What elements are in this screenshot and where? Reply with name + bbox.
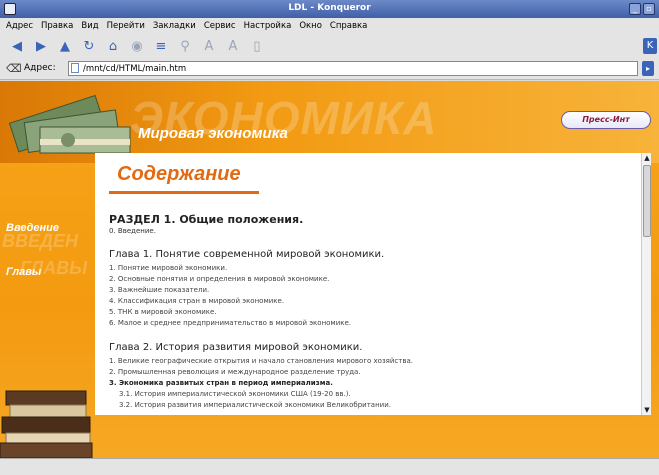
clear-location-icon[interactable]: ⌫ (6, 62, 22, 75)
toc-link[interactable]: 6. Малое и среднее предпринимательство в… (109, 319, 351, 327)
zoom-out-icon[interactable]: A (224, 37, 242, 55)
throbber-icon: K (643, 38, 657, 54)
menu-item-settings[interactable]: Настройка (244, 21, 292, 31)
menu-item-help[interactable]: Справка (330, 21, 367, 31)
section-heading: РАЗДЕЛ 1. Общие положения. (109, 213, 304, 226)
toc-link[interactable]: 3. Экономика развитых стран в период имп… (109, 379, 333, 387)
home-icon[interactable]: ⌂ (104, 37, 122, 55)
security-icon[interactable]: ▯ (248, 37, 266, 55)
scroll-up-arrow-icon[interactable]: ▲ (643, 154, 651, 162)
menu-item-tools[interactable]: Сервис (204, 21, 236, 31)
toc-link[interactable]: 2. Основные понятия и определения в миро… (109, 275, 329, 283)
location-bar: ⌫ Адрес: ▸ (0, 58, 659, 80)
print-icon[interactable]: ≡ (152, 37, 170, 55)
toc-link[interactable]: 5. ТНК в мировой экономике. (109, 308, 217, 316)
nav-link-introduction[interactable]: Введение (6, 222, 59, 234)
chapter-1-title[interactable]: Глава 1. Понятие современной мировой эко… (109, 249, 384, 260)
menu-item-edit[interactable]: Правка (41, 21, 73, 31)
up-icon[interactable]: ▲ (56, 37, 74, 55)
toc-sublink[interactable]: 3.1. История империалистической экономик… (119, 390, 351, 398)
menu-item-window[interactable]: Окно (299, 21, 322, 31)
contents-panel: Содержание РАЗДЕЛ 1. Общие положения. 0.… (95, 153, 641, 415)
title-underline (109, 191, 259, 194)
toc-link[interactable]: 4. Классификация стран в мировой экономи… (109, 297, 284, 305)
zoom-icon[interactable]: ⚲ (176, 37, 194, 55)
maximize-button[interactable]: ▫ (643, 3, 655, 15)
books-image (0, 390, 93, 458)
contents-scrollbar[interactable]: ▲ ▼ (641, 153, 651, 415)
toc-sublink[interactable]: 3.2. История развития империалистической… (119, 401, 391, 409)
money-stack-image (8, 94, 131, 154)
menu-item-address[interactable]: Адрес (6, 21, 33, 31)
address-input[interactable] (68, 61, 638, 76)
publisher-logo[interactable]: Пресс-Инт (561, 111, 651, 129)
scroll-down-arrow-icon[interactable]: ▼ (643, 406, 651, 414)
status-bar (0, 458, 659, 475)
zoom-in-icon[interactable]: A (200, 37, 218, 55)
title-bar: LDL - Konqueror _ ▫ (0, 0, 659, 18)
stop-icon[interactable]: ◉ (128, 37, 146, 55)
file-icon (71, 63, 79, 73)
window-title: LDL - Konqueror (288, 3, 371, 13)
chapter-2-title[interactable]: Глава 2. История развития мировой эконом… (109, 342, 362, 353)
toc-link[interactable]: 1. Великие географические открытия и нач… (109, 357, 413, 365)
address-label: Адрес: (24, 63, 56, 73)
minimize-button[interactable]: _ (629, 3, 641, 15)
page-content: ЭКОНОМИКА Мировая экономика Пресс-Инт ВВ… (0, 81, 659, 458)
toc-link[interactable]: 3. Важнейшие показатели. (109, 286, 209, 294)
reload-icon[interactable]: ↻ (80, 37, 98, 55)
toc-link[interactable]: 2. Промышленная революция и международно… (109, 368, 361, 376)
menu-item-view[interactable]: Вид (81, 21, 98, 31)
menu-bar: Адрес Правка Вид Перейти Закладки Сервис… (0, 18, 659, 34)
menu-item-bookmarks[interactable]: Закладки (153, 21, 196, 31)
forward-icon[interactable]: ▶ (32, 37, 50, 55)
scroll-thumb[interactable] (643, 165, 651, 237)
toc-link[interactable]: 1. Понятие мировой экономики. (109, 264, 227, 272)
banner-subtitle: Мировая экономика (138, 125, 288, 142)
menu-item-go[interactable]: Перейти (107, 21, 145, 31)
nav-ghost-intro: ВВЕДЕН (2, 231, 79, 251)
go-button[interactable]: ▸ (642, 61, 654, 76)
back-icon[interactable]: ◀ (8, 37, 26, 55)
contents-title: Содержание (117, 163, 241, 185)
site-banner: ЭКОНОМИКА Мировая экономика Пресс-Инт (0, 81, 659, 163)
toolbar: ◀ ▶ ▲ ↻ ⌂ ◉ ≡ ⚲ A A ▯ K (0, 34, 659, 58)
nav-link-chapters[interactable]: Главы (6, 266, 41, 278)
toc-link-introduction[interactable]: 0. Введение. (109, 227, 156, 235)
